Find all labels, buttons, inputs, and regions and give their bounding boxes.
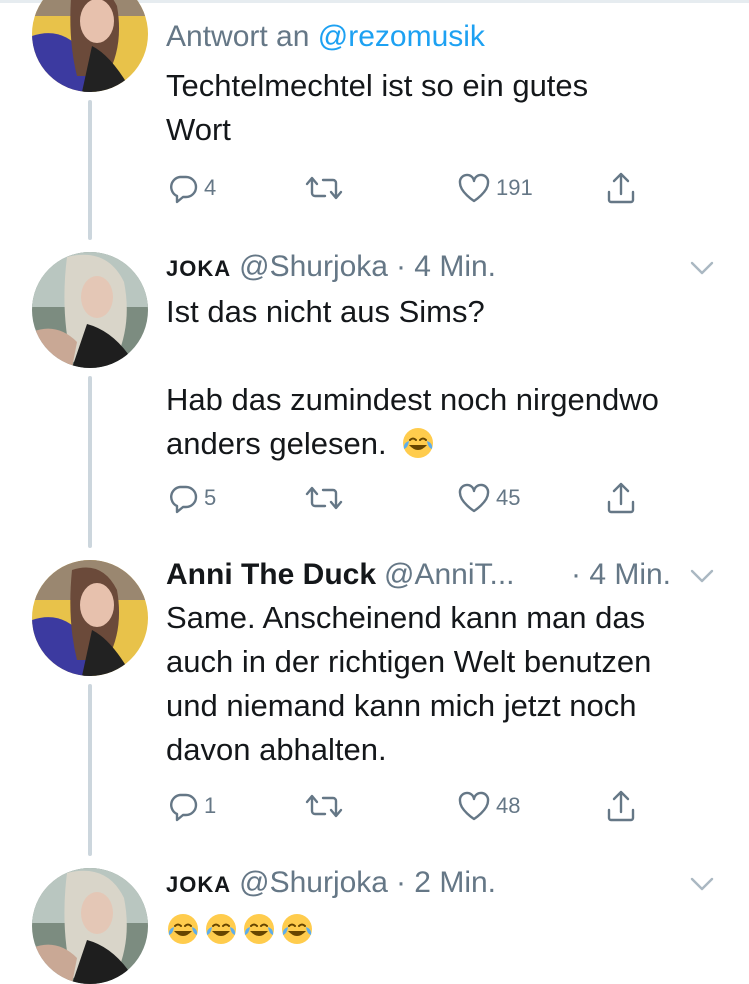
share-button[interactable]: [604, 168, 638, 208]
avatar[interactable]: [32, 868, 148, 984]
face-with-tears-of-joy-icon: [282, 914, 312, 944]
tweet-text: [166, 908, 729, 952]
text-line: und niemand kann mich jetzt noch: [166, 688, 637, 723]
tweet-text: Same. Anscheinend kann man das auch in d…: [166, 596, 729, 772]
reply-icon: [170, 175, 198, 204]
like-count: 45: [496, 485, 521, 510]
retweet-icon: [305, 176, 343, 200]
face-with-tears-of-joy-icon: [168, 914, 198, 944]
avatar[interactable]: [32, 0, 148, 92]
text-line: Hab das zumindest noch nirgendwo: [166, 382, 659, 417]
retweet-button[interactable]: [304, 786, 344, 826]
text-line: Same. Anscheinend kann man das: [166, 600, 646, 635]
user-handle[interactable]: @Shurjoka: [239, 864, 388, 902]
text-line: anders gelesen.: [166, 422, 729, 466]
tweet[interactable]: Antwort an @rezomusik Techtelmechtel ist…: [166, 18, 729, 204]
tweet[interactable]: Anni The Duck @AnniT... · 4 Min. Same. A…: [166, 556, 729, 822]
retweet-button[interactable]: [304, 478, 344, 518]
tweet-actions: 5 45: [166, 478, 726, 518]
thread-line: [88, 376, 92, 548]
face-with-tears-of-joy-icon: [403, 428, 434, 458]
timestamp[interactable]: · 2 Min.: [396, 864, 496, 902]
reply-button[interactable]: 5: [166, 478, 216, 518]
like-button[interactable]: 191: [456, 168, 533, 208]
text-line: Wort: [166, 112, 231, 147]
tweet[interactable]: JOKA @Shurjoka · 2 Min.: [166, 864, 729, 952]
text-line-content: anders gelesen.: [166, 426, 387, 461]
user-handle[interactable]: @Shurjoka: [239, 248, 388, 286]
tweet-actions: 4 191: [166, 168, 726, 208]
thread-line: [88, 684, 92, 856]
face-with-tears-of-joy-icon: [244, 914, 274, 944]
tweet-header: Anni The Duck @AnniT... · 4 Min.: [166, 556, 729, 594]
retweet-icon: [305, 794, 343, 818]
display-name[interactable]: JOKA: [166, 866, 231, 904]
tweet-actions: 1 48: [166, 786, 726, 826]
tweet-text: Ist das nicht aus Sims? Hab das zumindes…: [166, 290, 729, 466]
retweet-button[interactable]: [304, 168, 344, 208]
like-count: 48: [496, 793, 521, 818]
reply-icon: [170, 485, 198, 514]
tweet-header: JOKA @Shurjoka · 4 Min.: [166, 248, 729, 288]
share-button[interactable]: [604, 478, 638, 518]
reply-count: 5: [204, 485, 217, 510]
retweet-icon: [305, 486, 343, 510]
reply-icon: [170, 793, 198, 822]
text-line: Techtelmechtel ist so ein gutes: [166, 68, 589, 103]
timestamp[interactable]: · 4 Min.: [396, 248, 496, 286]
face-with-tears-of-joy-icon: [206, 914, 236, 944]
reply-handle-link[interactable]: @rezomusik: [318, 18, 485, 56]
chevron-down-icon[interactable]: [687, 256, 717, 280]
tweet-text: Techtelmechtel ist so ein gutes Wort: [166, 64, 729, 152]
reply-count: 4: [204, 175, 217, 200]
like-button[interactable]: 45: [456, 478, 520, 518]
reply-prefix: Antwort an: [166, 20, 310, 53]
heart-icon: [458, 173, 490, 203]
heart-icon: [458, 483, 490, 513]
thread-line: [88, 100, 92, 240]
reply-button[interactable]: 4: [166, 168, 216, 208]
text-line: auch in der richtigen Welt benutzen: [166, 644, 652, 679]
text-line: Ist das nicht aus Sims?: [166, 294, 485, 329]
text-line: davon abhalten.: [166, 732, 387, 767]
reply-button[interactable]: 1: [166, 786, 216, 826]
avatar[interactable]: [32, 560, 148, 676]
chevron-down-icon[interactable]: [687, 872, 717, 896]
heart-icon: [458, 791, 490, 821]
tweet-header: JOKA @Shurjoka · 2 Min.: [166, 864, 729, 904]
display-name[interactable]: Anni The Duck: [166, 556, 376, 594]
share-icon: [607, 172, 635, 204]
share-icon: [607, 790, 635, 822]
user-handle[interactable]: @AnniT...: [384, 556, 515, 594]
reply-context: Antwort an @rezomusik: [166, 18, 729, 56]
like-button[interactable]: 48: [456, 786, 520, 826]
tweet[interactable]: JOKA @Shurjoka · 4 Min. Ist das nicht au…: [166, 248, 729, 514]
like-count: 191: [496, 175, 533, 200]
reply-count: 1: [204, 793, 217, 818]
share-button[interactable]: [604, 786, 638, 826]
avatar[interactable]: [32, 252, 148, 368]
share-icon: [607, 482, 635, 514]
display-name[interactable]: JOKA: [166, 250, 231, 288]
text-line: [166, 334, 729, 378]
timestamp[interactable]: · 4 Min.: [571, 556, 671, 594]
chevron-down-icon[interactable]: [687, 564, 717, 588]
